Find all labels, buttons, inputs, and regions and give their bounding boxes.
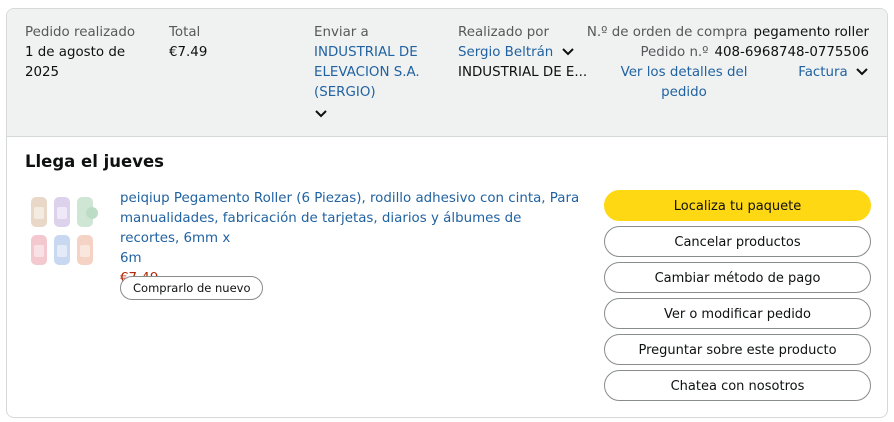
ship-to-name-line1[interactable]: INDUSTRIAL DE: [314, 43, 434, 63]
order-placed-label: Pedido realizado: [25, 25, 136, 40]
order-placed-date-line2: 2025: [25, 65, 60, 80]
chat-with-us-button[interactable]: Chatea con nosotros: [604, 370, 871, 401]
placed-by-dropdown[interactable]: Sergio Beltrán: [458, 43, 598, 63]
placed-by-section: Realizado por Sergio Beltrán INDUSTRIAL …: [458, 23, 598, 83]
ship-to-expand[interactable]: [314, 105, 434, 125]
order-actions: Localiza tu paquete Cancelar productos C…: [604, 190, 871, 406]
ship-to-label: Enviar a: [314, 25, 369, 40]
invoice-label[interactable]: Factura: [798, 65, 848, 80]
po-number-value: pegamento roller: [753, 25, 869, 40]
po-number-row: N.º de orden de compra pegamento roller: [587, 23, 869, 43]
chevron-down-icon: [315, 110, 327, 118]
glue-roller-product-icon: [31, 197, 98, 265]
invoice-dropdown[interactable]: Factura: [798, 63, 869, 83]
order-placed-date-line1: 1 de agosto de: [25, 45, 126, 60]
product-info: peiqiup Pegamento Roller (6 Piezas), rod…: [120, 189, 580, 289]
chevron-down-icon: [856, 68, 868, 76]
order-total-label: Total: [169, 25, 201, 40]
placed-by-company: INDUSTRIAL DE E...: [458, 65, 588, 80]
product-image[interactable]: [25, 193, 103, 271]
ship-to-section: Enviar a INDUSTRIAL DE ELEVACION S.A. (S…: [314, 23, 434, 125]
order-details-link-line2[interactable]: pedido: [619, 83, 749, 103]
po-number-label: N.º de orden de compra: [586, 25, 748, 40]
order-details-link[interactable]: Ver los detalles del pedido: [619, 63, 749, 103]
order-total-value: €7.49: [169, 45, 208, 60]
ship-to-name-line2[interactable]: ELEVACION S.A.: [314, 63, 434, 83]
order-number-row: Pedido n.º 408-6968748-0775506: [587, 43, 869, 63]
order-links-row: Ver los detalles del pedido Factura: [619, 63, 869, 103]
change-payment-button[interactable]: Cambiar método de pago: [604, 262, 871, 293]
order-info-section: N.º de orden de compra pegamento roller P…: [587, 23, 869, 103]
delivery-status-title: Llega el jueves: [25, 152, 165, 171]
product-title-line2[interactable]: manualidades, fabricación de tarjetas, d…: [120, 209, 580, 249]
product-title-line1[interactable]: peiqiup Pegamento Roller (6 Piezas), rod…: [120, 189, 580, 209]
order-number-value: 408-6968748-0775506: [714, 45, 870, 60]
product-title-line3[interactable]: 6m: [120, 249, 580, 269]
order-total-section: Total €7.49: [169, 23, 207, 63]
order-number-label: Pedido n.º: [640, 45, 709, 60]
order-header: Pedido realizado 1 de agosto de 2025 Tot…: [7, 9, 887, 137]
placed-by-label: Realizado por: [458, 25, 549, 40]
buy-again-button[interactable]: Comprarlo de nuevo: [120, 276, 264, 300]
track-package-button[interactable]: Localiza tu paquete: [604, 190, 871, 221]
order-details-link-line1[interactable]: Ver los detalles del: [619, 63, 749, 83]
view-edit-order-button[interactable]: Ver o modificar pedido: [604, 298, 871, 329]
chevron-down-icon: [561, 48, 574, 56]
product-title-link[interactable]: peiqiup Pegamento Roller (6 Piezas), rod…: [120, 189, 580, 269]
order-placed-section: Pedido realizado 1 de agosto de 2025: [25, 23, 155, 83]
order-card: Pedido realizado 1 de agosto de 2025 Tot…: [6, 8, 888, 418]
ship-to-name-line3[interactable]: (SERGIO): [314, 83, 434, 103]
placed-by-name[interactable]: Sergio Beltrán: [458, 45, 553, 60]
cancel-items-button[interactable]: Cancelar productos: [604, 226, 871, 257]
ask-product-question-button[interactable]: Preguntar sobre este producto: [604, 334, 871, 365]
